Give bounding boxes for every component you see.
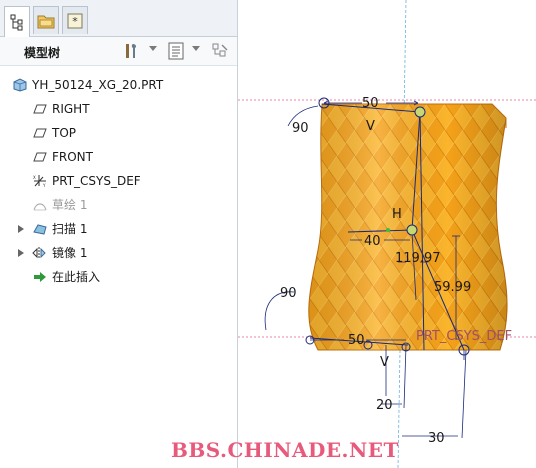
tree-item-top[interactable]: TOP	[32, 123, 232, 143]
constraint-v-bottom: V	[380, 355, 389, 370]
expand-arrow-icon[interactable]	[18, 249, 24, 257]
filter-button[interactable]	[210, 41, 230, 61]
tree-item-label: FRONT	[52, 150, 93, 164]
model-viewport: 50 90 V H 40 119.97 59.99 90 50 V 20 30 …	[238, 0, 536, 468]
dim-mid-height[interactable]: 119.97	[395, 251, 441, 266]
model-tree-toolbar: 模型树	[0, 37, 237, 66]
model-tree-panel: * 模型树 YH_50124_XG_20.PRT RIGHT TOP FRONT…	[0, 0, 238, 468]
dim-bottom-angle[interactable]: 90	[280, 286, 297, 301]
constraint-v-top: V	[366, 119, 375, 134]
datum-plane-icon	[33, 128, 47, 138]
dim-top-angle[interactable]: 90	[292, 121, 309, 136]
navigator-tabs: *	[0, 0, 237, 37]
model-tree-tab[interactable]	[4, 6, 30, 37]
show-list-button[interactable]	[166, 41, 186, 61]
tree-item-part[interactable]: YH_50124_XG_20.PRT	[12, 75, 232, 95]
tree-item-right[interactable]: RIGHT	[32, 99, 232, 119]
tree-item-sketch[interactable]: 草绘 1	[32, 195, 232, 215]
tree-item-label: PRT_CSYS_DEF	[52, 174, 141, 188]
watermark: BBS.CHINADE.NET	[171, 438, 399, 462]
tree-item-label: 镜像 1	[52, 246, 88, 260]
svg-text:Y: Y	[42, 183, 46, 188]
datum-plane-icon	[33, 104, 47, 114]
tree-item-label: YH_50124_XG_20.PRT	[32, 78, 164, 92]
expand-arrow-icon[interactable]	[18, 225, 24, 233]
settings-tools-button[interactable]	[122, 41, 142, 61]
favorites-tab[interactable]: *	[62, 6, 88, 34]
settings-dropdown-arrow[interactable]	[149, 46, 157, 51]
model-tree-title: 模型树	[24, 46, 61, 60]
tree-item-csys[interactable]: X Y PRT_CSYS_DEF	[32, 171, 232, 191]
insert-here-icon	[34, 272, 46, 282]
svg-text:X: X	[33, 175, 36, 180]
show-dropdown-arrow[interactable]	[192, 46, 200, 51]
tree-item-front[interactable]: FRONT	[32, 147, 232, 167]
tree-item-insert-here[interactable]: 在此插入	[32, 267, 232, 287]
favorites-icon: *	[67, 13, 83, 29]
tree-item-mirror[interactable]: 镜像 1	[18, 243, 232, 263]
part-icon	[13, 78, 27, 92]
tree-item-sweep[interactable]: 扫描 1	[18, 219, 232, 239]
filter-icon	[212, 43, 228, 57]
dim-30[interactable]: 30	[428, 431, 445, 446]
dim-20[interactable]: 20	[376, 398, 393, 413]
svg-text:*: *	[72, 15, 78, 28]
tree-item-label: TOP	[52, 126, 77, 140]
datum-plane-icon	[33, 152, 47, 162]
tree-item-label: 草绘 1	[52, 198, 88, 212]
folder-browser-tab[interactable]	[33, 6, 59, 34]
tree-item-label: 在此插入	[52, 270, 101, 284]
list-icon	[168, 42, 184, 60]
mirror-icon	[32, 247, 46, 259]
sketch-icon	[33, 203, 47, 211]
constraint-h: H	[392, 207, 402, 222]
csys-icon: X Y	[33, 175, 46, 188]
model-tree-icon	[10, 14, 23, 31]
csys-label: PRT_CSYS_DEF	[416, 329, 512, 344]
dim-top-width[interactable]: 50	[362, 96, 379, 111]
dim-bottom-width[interactable]: 50	[348, 333, 365, 348]
tree-item-label: 扫描 1	[52, 222, 88, 236]
graphics-window[interactable]: 50 90 V H 40 119.97 59.99 90 50 V 20 30 …	[171, 0, 536, 468]
dim-mid-width[interactable]: 40	[364, 234, 381, 249]
folder-icon	[37, 15, 55, 29]
dim-lower-height[interactable]: 59.99	[434, 280, 471, 295]
tools-icon	[126, 44, 137, 58]
tree-item-label: RIGHT	[52, 102, 90, 116]
sweep-icon	[33, 224, 47, 235]
